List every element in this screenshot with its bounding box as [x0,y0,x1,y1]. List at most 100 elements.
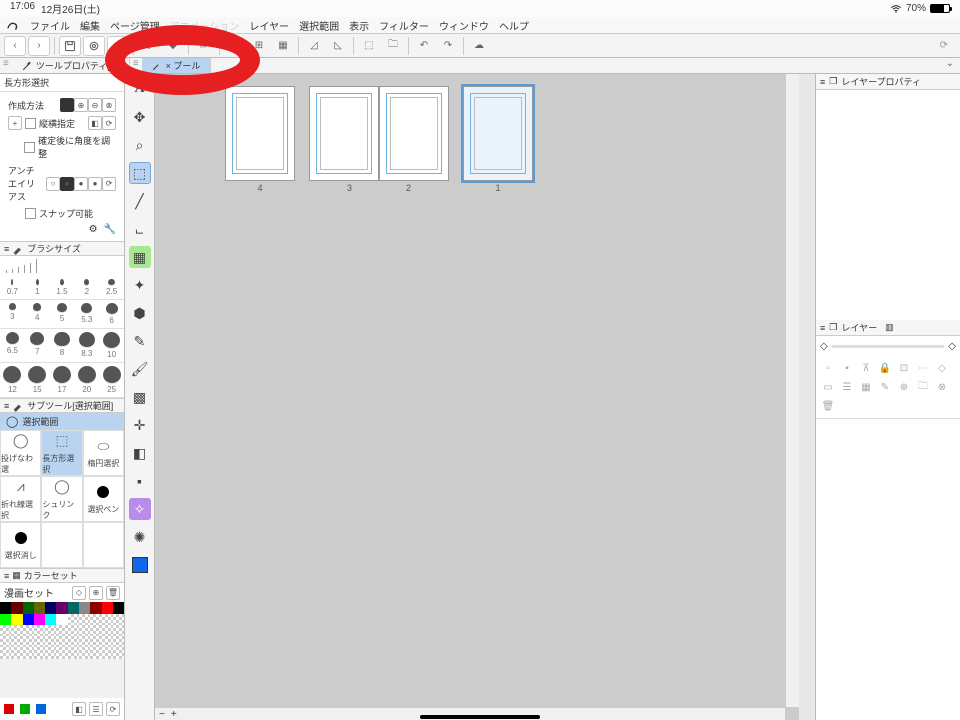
color-palette[interactable] [0,602,124,658]
menu-file[interactable]: ファイル [30,18,70,33]
subtool-8[interactable] [83,522,124,568]
mode-new[interactable] [60,98,74,112]
page-thumb-4[interactable] [225,86,295,181]
brush-size-8.3[interactable]: 8.3 [74,329,99,363]
gradient-tool-icon[interactable]: ◧ [129,442,151,464]
menu-page[interactable]: ページ管理 [110,18,160,33]
subtool-7[interactable] [41,522,82,568]
page-thumb-1[interactable] [463,86,533,181]
sel-all-button[interactable]: ◇ [138,36,160,56]
open-button[interactable] [83,36,105,56]
subtool-5[interactable]: 選択ペン [83,476,124,522]
screen-button[interactable]: ⬚ [358,36,380,56]
snap-button[interactable]: ▦ [272,36,294,56]
brush-size-2[interactable]: 2 [74,276,99,300]
mode-add[interactable]: ⊕ [74,98,88,112]
redo-button[interactable]: ↷ [437,36,459,56]
subtool-1[interactable]: ⬚長方形選択 [41,430,82,476]
menu-select[interactable]: 選択範囲 [299,18,339,33]
zoom-tool-icon[interactable]: ⌕ [129,134,151,156]
nav-fwd-button[interactable]: › [28,36,50,56]
zoom-out-icon[interactable]: − [159,709,165,720]
star-tool-icon[interactable]: ✺ [129,526,151,548]
brush-size-8[interactable]: 8 [50,329,75,363]
brush-size-3[interactable]: 3 [0,300,25,329]
brush-size-6[interactable]: 6 [99,300,124,329]
zoom-in-icon[interactable]: + [171,709,177,720]
save-button[interactable] [59,36,81,56]
brush-size-6.5[interactable]: 6.5 [0,329,25,363]
brush-size-7[interactable]: 7 [25,329,50,363]
brush-size-2.5[interactable]: 2.5 [99,276,124,300]
tab-pool[interactable]: × プール [142,58,212,73]
mode-sub[interactable]: ⊖ [88,98,102,112]
clear-button[interactable]: ▱ [193,36,215,56]
flip-v-button[interactable]: ◺ [327,36,349,56]
import-button[interactable]: 🗀 [382,36,404,56]
snap-checkbox[interactable] [25,208,36,219]
swatch-red[interactable] [4,704,14,714]
wrench-icon[interactable]: 🔧 [104,224,116,235]
brush-size-20[interactable]: 20 [74,363,99,398]
brush-size-1[interactable]: 1 [25,276,50,300]
subtool-6[interactable]: 選択消し [0,522,41,568]
menu-layer[interactable]: レイヤー [249,18,289,33]
line-tool-icon[interactable]: ╱ [129,190,151,212]
subtool-active-bar[interactable]: ◯選択範囲 [0,413,124,430]
menu-view[interactable]: 表示 [349,18,369,33]
brush-tool-icon[interactable]: 🖌 [129,358,151,380]
menu-anim[interactable]: アニメーション [170,18,240,33]
tab-toolprop[interactable]: ツールプロパティ[長 [12,58,130,73]
shape-tool-icon[interactable]: ⬢ [129,302,151,324]
desel-button[interactable]: ◆ [162,36,184,56]
tone-tool-icon[interactable]: ▩ [129,386,151,408]
subtool-0[interactable]: ◯投げなわ選 [0,430,41,476]
brush-size-1.5[interactable]: 1.5 [50,276,75,300]
brush-size-15[interactable]: 15 [25,363,50,398]
brush-size-4[interactable]: 4 [25,300,50,329]
subtool-3[interactable]: ⩘折れ線選択 [0,476,41,522]
sparkle-tool-icon[interactable]: ✦ [129,274,151,296]
flip-h-button[interactable]: ◿ [303,36,325,56]
mode-int[interactable]: ⊗ [102,98,116,112]
page-spread-23[interactable] [309,86,449,181]
menu-edit[interactable]: 編集 [80,18,100,33]
brush-size-0.7[interactable]: 0.7 [0,276,25,300]
frame-tool-icon[interactable]: ▦ [129,246,151,268]
marquee-tool-icon[interactable]: ⬚ [129,162,151,184]
effect-tool-icon[interactable]: ✧ [129,498,151,520]
brush-size-5.3[interactable]: 5.3 [74,300,99,329]
undo-button[interactable]: ↶ [413,36,435,56]
brush-size-12[interactable]: 12 [0,363,25,398]
opacity-slider[interactable] [832,345,945,348]
swatch-green[interactable] [20,704,30,714]
nav-back-button[interactable]: ‹ [4,36,26,56]
grip-icon[interactable]: ≡ [0,58,12,73]
color-tool-icon[interactable] [129,554,151,576]
crosshair-tool-icon[interactable]: ✛ [129,414,151,436]
angle-checkbox[interactable] [24,142,35,153]
rotate-button[interactable] [107,36,129,56]
canvas-area[interactable]: 4 32 1 − + [155,74,799,720]
subtool-2[interactable]: ⬭楕円選択 [83,430,124,476]
menu-help[interactable]: ヘルプ [499,18,529,33]
grid-button[interactable]: ⊞ [248,36,270,56]
grip-icon-2[interactable]: ≡ [130,58,142,73]
rect-button[interactable]: ▭ [224,36,246,56]
expand-ratio[interactable]: + [8,116,22,130]
brush-size-17[interactable]: 17 [50,363,75,398]
text-tool-icon[interactable]: A [129,78,151,100]
scrollbar-vertical[interactable] [785,74,799,707]
ratio-checkbox[interactable] [25,118,36,129]
reset-icon[interactable]: ⚙ [89,224,98,235]
move-tool-icon[interactable]: ✥ [129,106,151,128]
swatch-blue[interactable] [36,704,46,714]
fill-tool-icon[interactable]: ▪ [129,470,151,492]
brush-size-5[interactable]: 5 [50,300,75,329]
pen-tool-icon[interactable]: ✎ [129,330,151,352]
cloud-button[interactable]: ☁ [468,36,490,56]
menu-filter[interactable]: フィルター [379,18,429,33]
brush-size-10[interactable]: 10 [99,329,124,363]
brush-size-25[interactable]: 25 [99,363,124,398]
subtool-4[interactable]: ◯シュリンク [41,476,82,522]
